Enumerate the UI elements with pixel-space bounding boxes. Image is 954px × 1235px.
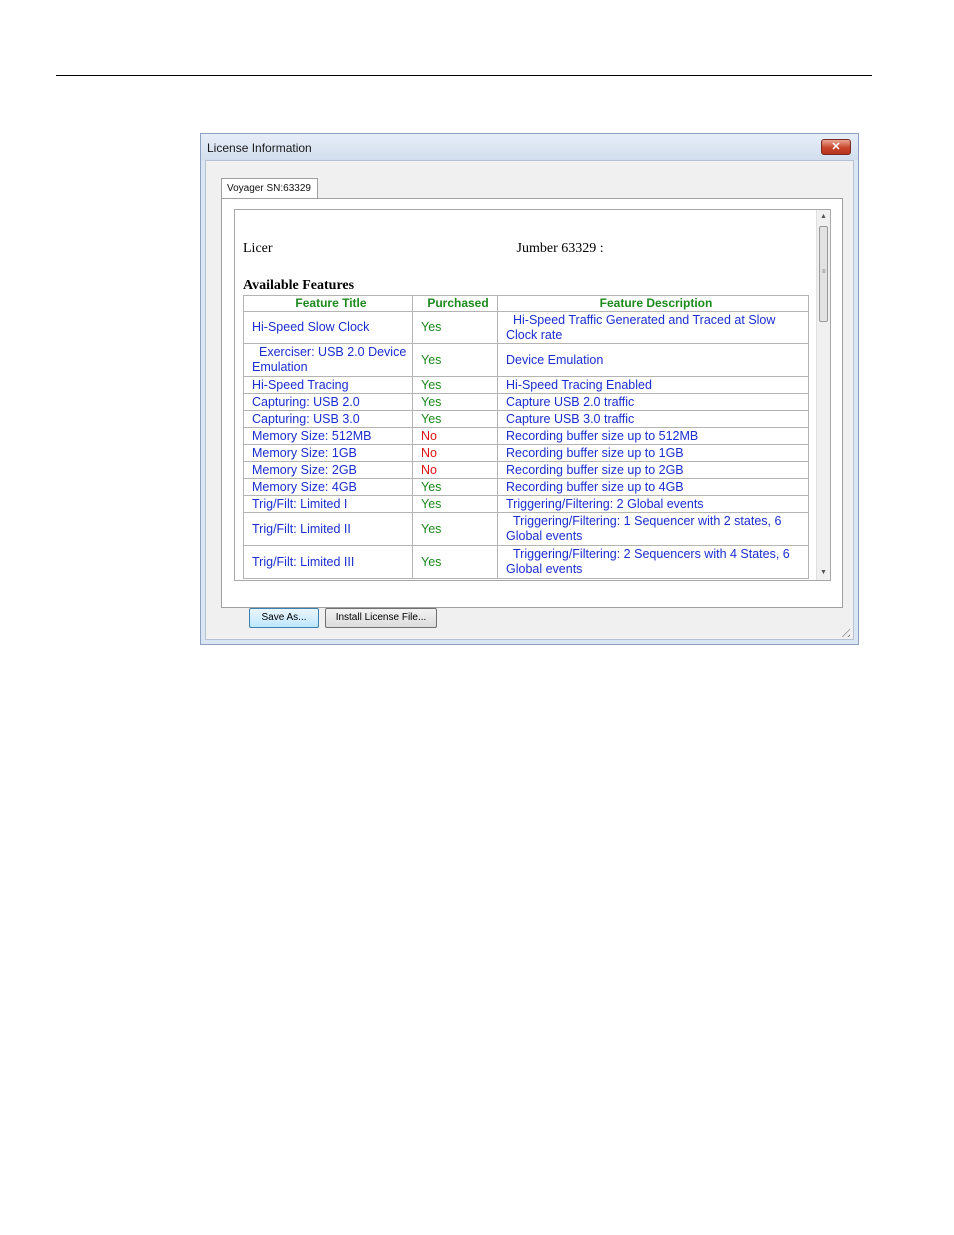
feature-description-cell: Hi-Speed Traffic Generated and Traced at… — [497, 311, 809, 344]
scroll-up-icon[interactable]: ▲ — [817, 210, 830, 224]
tab-panel: Licer Jumber 63329 : Available Features F… — [221, 198, 843, 628]
purchased-cell: Yes — [412, 376, 498, 394]
feature-title-cell: Memory Size: 2GB — [243, 461, 413, 479]
license-suffix: Jumber 63329 : — [516, 241, 604, 256]
page-divider — [56, 75, 872, 76]
close-icon: ✕ — [831, 141, 841, 153]
install-license-file-button[interactable]: Install License File... — [325, 608, 437, 628]
feature-title-cell: Capturing: USB 2.0 — [243, 393, 413, 411]
table-row: Capturing: USB 3.0 Yes Capture USB 3.0 t… — [243, 410, 809, 428]
license-number-line: Licer Jumber 63329 : — [243, 241, 604, 257]
license-information-dialog: License Information ✕ Voyager SN:63329 L… — [200, 133, 859, 645]
purchased-cell: Yes — [412, 410, 498, 428]
available-features-heading: Available Features — [243, 278, 355, 293]
table-header-row: Feature Title Purchased Feature Descript… — [243, 295, 809, 312]
feature-description-cell: Hi-Speed Tracing Enabled — [497, 376, 809, 394]
table-row: Hi-Speed Slow Clock Yes Hi-Speed Traffic… — [243, 311, 809, 344]
table-row: Memory Size: 2GB No Recording buffer siz… — [243, 461, 809, 479]
feature-description-cell: Triggering/Filtering: 2 Global events — [497, 495, 809, 513]
window-title: License Information — [207, 141, 312, 155]
table-row: Trig/Filt: Limited II Yes Triggering/Fil… — [243, 512, 809, 546]
feature-description-cell: Capture USB 2.0 traffic — [497, 393, 809, 411]
purchased-cell: Yes — [412, 512, 498, 546]
save-as-button[interactable]: Save As... — [249, 608, 319, 628]
feature-description-cell: Recording buffer size up to 4GB — [497, 478, 809, 496]
column-header-feature-title: Feature Title — [243, 295, 413, 312]
report-content: Licer Jumber 63329 : Available Features F… — [235, 210, 816, 580]
scroll-down-icon[interactable]: ▼ — [817, 566, 830, 580]
feature-description-cell: Recording buffer size up to 512MB — [497, 427, 809, 445]
feature-description-cell: Triggering/Filtering: 2 Sequencers with … — [497, 545, 809, 579]
license-prefix: Licer — [243, 241, 273, 256]
purchased-cell: Yes — [412, 343, 498, 377]
feature-description-cell: Device Emulation — [497, 343, 809, 377]
resize-grip-icon[interactable] — [838, 625, 850, 637]
purchased-cell: No — [412, 444, 498, 462]
feature-title-cell: Hi-Speed Tracing — [243, 376, 413, 394]
feature-title-cell: Hi-Speed Slow Clock — [243, 311, 413, 344]
close-button[interactable]: ✕ — [821, 139, 851, 155]
license-report-viewer: Licer Jumber 63329 : Available Features F… — [234, 209, 831, 581]
purchased-cell: Yes — [412, 393, 498, 411]
purchased-cell: No — [412, 427, 498, 445]
feature-description-cell: Recording buffer size up to 2GB — [497, 461, 809, 479]
table-row: Exerciser: USB 2.0 Device Emulation Yes … — [243, 343, 809, 377]
feature-title-cell: Memory Size: 4GB — [243, 478, 413, 496]
table-row: Trig/Filt: Limited III Yes Triggering/Fi… — [243, 545, 809, 579]
thumb-grip-icon: ≡ — [822, 269, 826, 275]
purchased-cell: Yes — [412, 311, 498, 344]
feature-title-cell: Memory Size: 1GB — [243, 444, 413, 462]
features-table: Feature Title Purchased Feature Descript… — [243, 295, 809, 579]
purchased-cell: No — [412, 461, 498, 479]
table-row: Hi-Speed Tracing Yes Hi-Speed Tracing En… — [243, 376, 809, 394]
dialog-content: Voyager SN:63329 Licer Jumber 63329 : Ava… — [205, 160, 854, 640]
feature-description-cell: Triggering/Filtering: 1 Sequencer with 2… — [497, 512, 809, 546]
vertical-scrollbar[interactable]: ▲ ≡ ▼ — [816, 210, 830, 580]
column-header-feature-description: Feature Description — [497, 295, 809, 312]
feature-description-cell: Recording buffer size up to 1GB — [497, 444, 809, 462]
feature-title-cell: Trig/Filt: Limited I — [243, 495, 413, 513]
feature-title-cell: Memory Size: 512MB — [243, 427, 413, 445]
feature-title-cell: Trig/Filt: Limited III — [243, 545, 413, 579]
column-header-purchased: Purchased — [412, 295, 498, 312]
table-row: Capturing: USB 2.0 Yes Capture USB 2.0 t… — [243, 393, 809, 411]
table-row: Memory Size: 1GB No Recording buffer siz… — [243, 444, 809, 462]
table-row: Memory Size: 4GB Yes Recording buffer si… — [243, 478, 809, 496]
table-row: Trig/Filt: Limited I Yes Triggering/Filt… — [243, 495, 809, 513]
feature-title-cell: Capturing: USB 3.0 — [243, 410, 413, 428]
purchased-cell: Yes — [412, 545, 498, 579]
feature-description-cell: Capture USB 3.0 traffic — [497, 410, 809, 428]
purchased-cell: Yes — [412, 478, 498, 496]
scroll-thumb[interactable]: ≡ — [819, 226, 828, 322]
title-bar[interactable]: License Information ✕ — [201, 134, 858, 160]
feature-title-cell: Exerciser: USB 2.0 Device Emulation — [243, 343, 413, 377]
feature-title-cell: Trig/Filt: Limited II — [243, 512, 413, 546]
tab-voyager[interactable]: Voyager SN:63329 — [221, 178, 318, 199]
purchased-cell: Yes — [412, 495, 498, 513]
table-row: Memory Size: 512MB No Recording buffer s… — [243, 427, 809, 445]
